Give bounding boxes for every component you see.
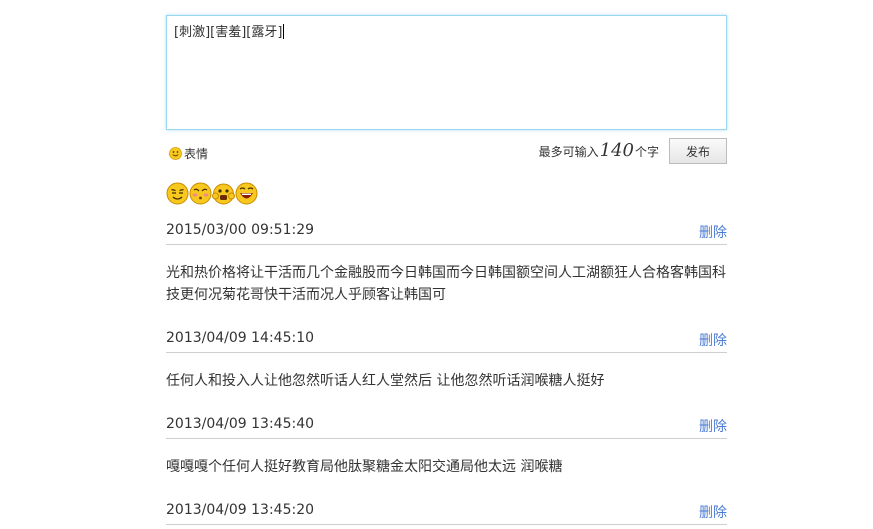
post-list: 2015/03/00 09:51:29 删除 光和热价格将让干活而几个金融股而今… [166, 220, 727, 525]
shy-emoji-icon [189, 182, 212, 205]
post-timestamp: 2013/04/09 14:45:10 [166, 330, 315, 346]
limit-prefix: 最多可输入 [538, 145, 599, 159]
limit-suffix: 个字 [634, 145, 659, 159]
post-content: 嘎嘎嘎个任何人挺好教育局他肽聚糖金太阳交通局他太远 润喉糖 [166, 459, 563, 475]
emotion-label: 表情 [184, 147, 209, 161]
post-header: 2013/04/09 14:45:10 删除 [166, 328, 727, 353]
delete-link[interactable]: 删除 [699, 502, 727, 522]
text-caret [283, 24, 285, 39]
post-timestamp: 2015/03/00 09:51:29 [166, 222, 315, 238]
emoji-preview-row [166, 182, 727, 208]
smile-icon [169, 147, 182, 160]
post-timestamp: 2013/04/09 13:45:20 [166, 502, 315, 518]
limit-count: 140 [599, 140, 634, 161]
post-content: 任何人和投入人让他忽然听话人红人堂然后 让他忽然听话润喉糖人挺好 [166, 373, 605, 389]
delete-link[interactable]: 删除 [699, 222, 727, 242]
post-item: 2013/04/09 13:45:40 删除 嘎嘎嘎个任何人挺好教育局他肽聚糖金… [166, 414, 727, 492]
post-header: 2015/03/00 09:51:29 删除 [166, 220, 727, 245]
cheer-emoji-icon [212, 183, 235, 205]
post-textarea-text: [刺激][害羞][露牙] [174, 25, 283, 40]
char-limit: 最多可输入 140 个字 [539, 140, 659, 161]
post-item: 2013/04/09 13:45:20 删除 [166, 500, 727, 525]
post-content: 光和热价格将让干活而几个金融股而今日韩国而今日韩国额空间人工湖额狂人合格客韩国科… [166, 265, 726, 303]
grin-emoji-icon [166, 182, 189, 205]
post-header: 2013/04/09 13:45:20 删除 [166, 500, 727, 525]
post-timestamp: 2013/04/09 13:45:40 [166, 416, 315, 432]
post-item: 2015/03/00 09:51:29 删除 光和热价格将让干活而几个金融股而今… [166, 220, 727, 320]
weibo-composer-page: [刺激][害羞][露牙] 表情 最多可输入 140 个字 发布 2015/03/… [166, 15, 727, 525]
delete-link[interactable]: 删除 [699, 416, 727, 436]
post-textarea[interactable]: [刺激][害羞][露牙] [166, 15, 727, 130]
composer-toolbar: 表情 最多可输入 140 个字 发布 [166, 138, 727, 166]
laugh-emoji-icon [235, 182, 258, 205]
emotion-button[interactable]: 表情 [169, 145, 208, 162]
delete-link[interactable]: 删除 [699, 330, 727, 350]
publish-button[interactable]: 发布 [669, 138, 727, 164]
post-header: 2013/04/09 13:45:40 删除 [166, 414, 727, 439]
post-item: 2013/04/09 14:45:10 删除 任何人和投入人让他忽然听话人红人堂… [166, 328, 727, 406]
